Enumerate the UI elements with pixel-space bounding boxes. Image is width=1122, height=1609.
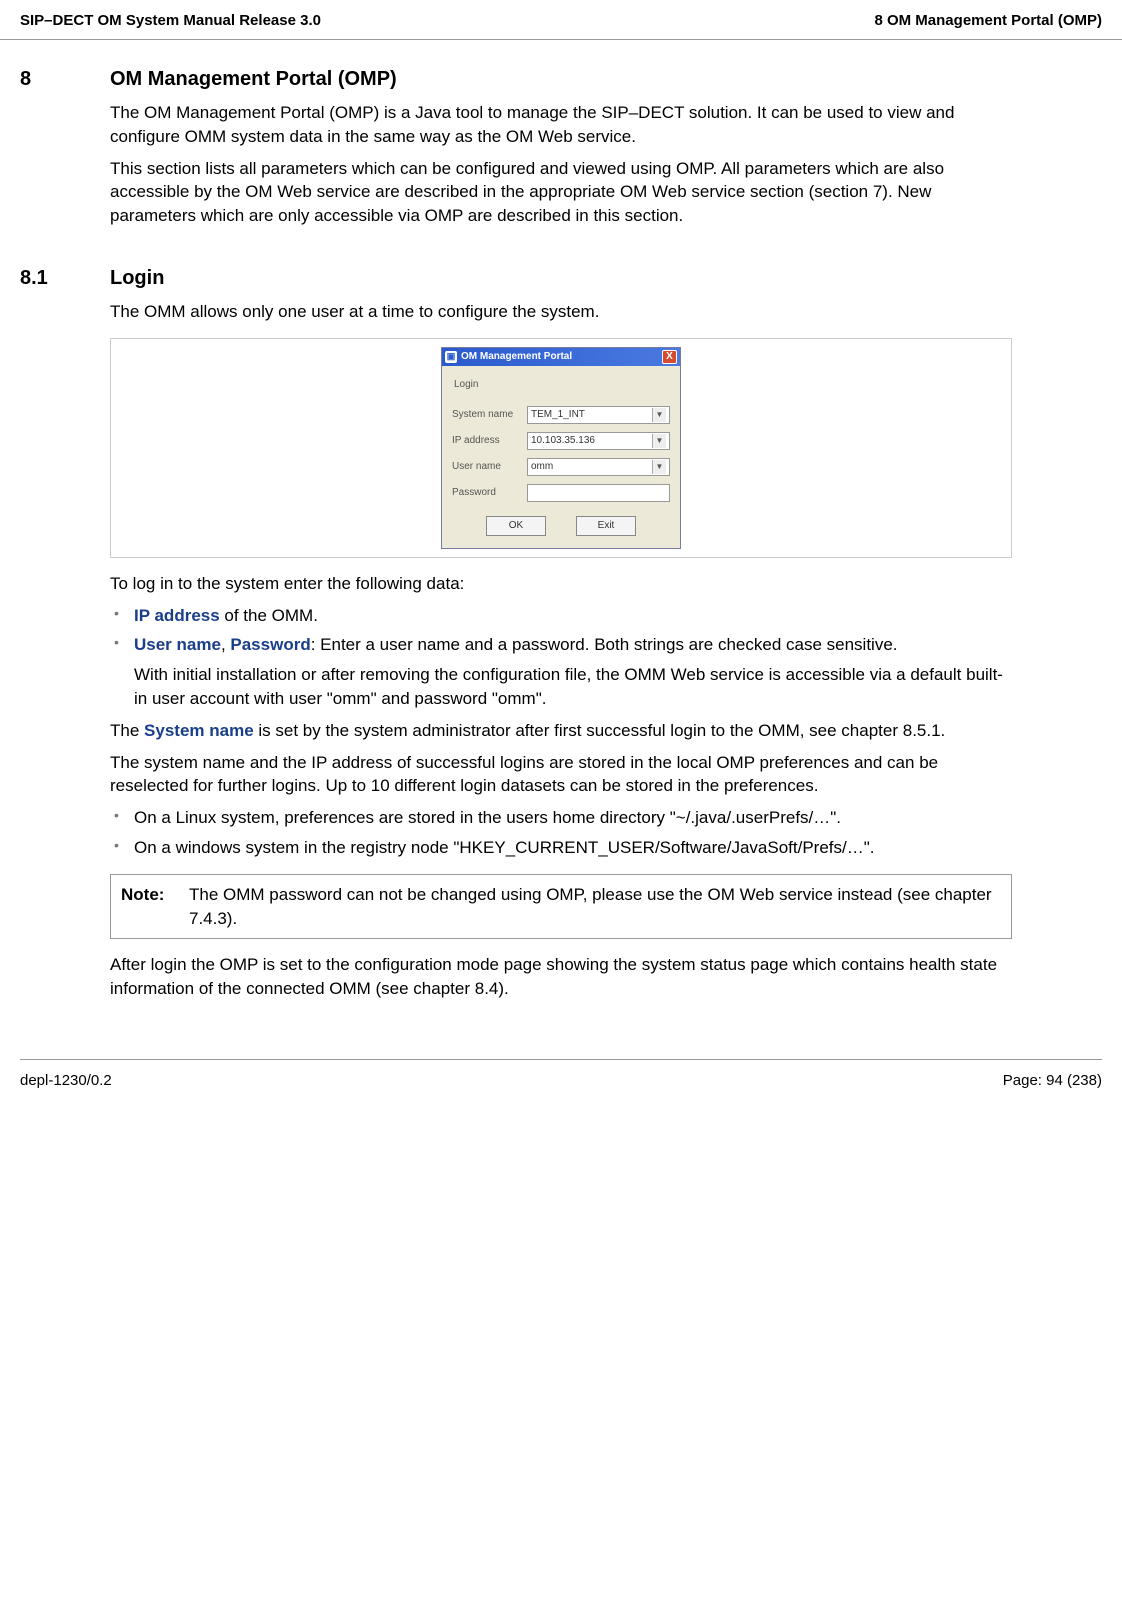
section-8-1-para-1: The OMM allows only one user at a time t… xyxy=(110,300,1012,324)
header-right: 8 OM Management Portal (OMP) xyxy=(874,10,1102,31)
ip-address-value: 10.103.35.136 xyxy=(531,434,595,448)
bullet-linux: On a Linux system, preferences are store… xyxy=(110,806,1012,830)
app-icon: ▣ xyxy=(445,351,457,363)
system-name-term: System name xyxy=(144,721,254,740)
footer-left: depl-1230/0.2 xyxy=(20,1070,112,1091)
user-password-text: : Enter a user name and a password. Both… xyxy=(311,635,898,654)
bullet-ip-address: IP address of the OMM. xyxy=(110,604,1012,628)
ip-address-label: IP address xyxy=(452,434,527,448)
login-dialog: ▣ OM Management Portal X Login System na… xyxy=(441,347,681,549)
chevron-down-icon[interactable]: ▼ xyxy=(652,434,666,448)
note-box: Note: The OMM password can not be change… xyxy=(110,874,1012,940)
section-8-1-number: 8.1 xyxy=(20,264,110,292)
section-8-1-title: Login xyxy=(110,264,164,292)
login-intro: To log in to the system enter the follow… xyxy=(110,572,1012,596)
close-icon[interactable]: X xyxy=(662,350,677,364)
chevron-down-icon[interactable]: ▼ xyxy=(652,460,666,474)
user-name-input[interactable]: omm ▼ xyxy=(527,458,670,476)
bullet-user-password: User name, Password: Enter a user name a… xyxy=(110,633,1012,710)
footer-right: Page: 94 (238) xyxy=(1003,1070,1102,1091)
system-name-para: The System name is set by the system adm… xyxy=(110,719,1012,743)
login-heading: Login xyxy=(454,378,670,392)
dialog-titlebar: ▣ OM Management Portal X xyxy=(442,348,680,366)
ip-address-text: of the OMM. xyxy=(220,606,318,625)
user-name-label: User name xyxy=(452,460,527,474)
user-password-sub: With initial installation or after remov… xyxy=(134,663,1012,711)
after-login-para: After login the OMP is set to the config… xyxy=(110,953,1012,1001)
note-label: Note: xyxy=(121,883,189,931)
bullet-windows: On a windows system in the registry node… xyxy=(110,836,1012,860)
user-name-term: User name xyxy=(134,635,221,654)
user-name-value: omm xyxy=(531,460,553,474)
section-8-para-2: This section lists all parameters which … xyxy=(110,157,1012,228)
section-8-number: 8 xyxy=(20,65,110,93)
exit-button[interactable]: Exit xyxy=(576,516,636,536)
header-left: SIP–DECT OM System Manual Release 3.0 xyxy=(20,10,321,31)
system-name-value: TEM_1_INT xyxy=(531,408,585,422)
section-8-title: OM Management Portal (OMP) xyxy=(110,65,397,93)
system-name-label: System name xyxy=(452,408,527,422)
password-term: Password xyxy=(230,635,310,654)
password-label: Password xyxy=(452,486,527,500)
ip-address-input[interactable]: 10.103.35.136 ▼ xyxy=(527,432,670,450)
stored-para: The system name and the IP address of su… xyxy=(110,751,1012,799)
system-name-input[interactable]: TEM_1_INT ▼ xyxy=(527,406,670,424)
section-8-para-1: The OM Management Portal (OMP) is a Java… xyxy=(110,101,1012,149)
password-input[interactable] xyxy=(527,484,670,502)
note-text: The OMM password can not be changed usin… xyxy=(189,883,1001,931)
ip-address-term: IP address xyxy=(134,606,220,625)
dialog-title: OM Management Portal xyxy=(461,350,572,364)
login-dialog-figure: ▣ OM Management Portal X Login System na… xyxy=(110,338,1012,558)
chevron-down-icon[interactable]: ▼ xyxy=(652,408,666,422)
ok-button[interactable]: OK xyxy=(486,516,546,536)
